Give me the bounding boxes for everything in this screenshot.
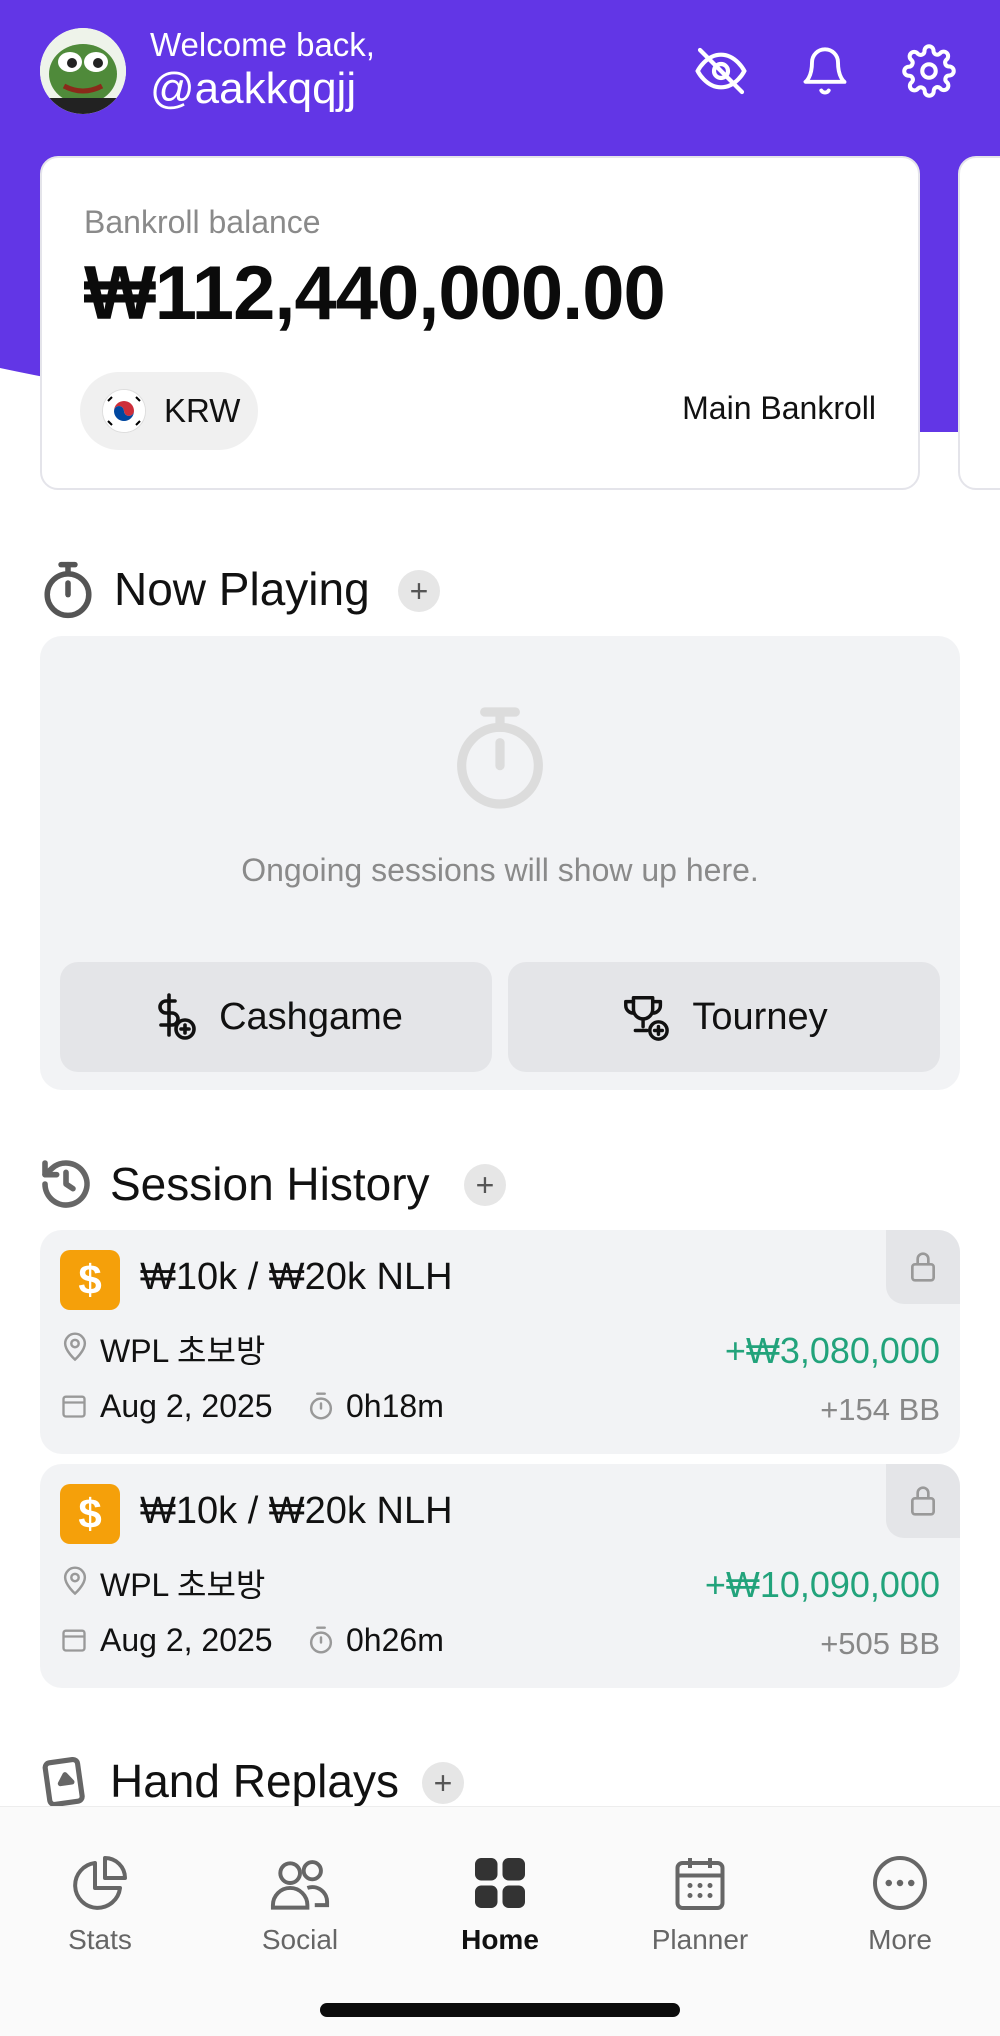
hand-replays-title: Hand Replays	[110, 1755, 399, 1807]
hide-balance-button[interactable]	[692, 42, 750, 100]
tab-label: Home	[461, 1924, 539, 1955]
location-pin-icon	[63, 1566, 87, 1596]
tab-label: More	[868, 1924, 932, 1955]
session-duration: 0h26m	[346, 1622, 444, 1658]
start-cashgame-button[interactable]: Cashgame	[60, 962, 492, 1072]
tab-stats[interactable]: Stats	[20, 1853, 180, 1956]
lock-icon	[911, 1486, 935, 1516]
eye-off-icon	[695, 47, 747, 95]
grid-icon	[475, 1858, 525, 1908]
bankroll-name: Main Bankroll	[682, 390, 876, 426]
session-card[interactable]: $ ₩10k / ₩20k NLH WPL 초보방 Aug 2, 2025 0h…	[40, 1464, 960, 1688]
gear-icon	[902, 44, 956, 98]
tab-label: Social	[261, 1924, 339, 1955]
cards-icon	[42, 1756, 85, 1808]
korea-flag-icon	[102, 389, 146, 433]
session-location: WPL 초보방	[100, 1567, 266, 1603]
timer-icon	[309, 1626, 333, 1654]
avatar[interactable]	[40, 28, 126, 114]
tab-more[interactable]: More	[820, 1853, 980, 1956]
frog-avatar-icon	[40, 28, 126, 114]
trophy-plus-icon	[624, 996, 670, 1041]
next-bankroll-card[interactable]	[958, 156, 1000, 490]
dollar-plus-icon	[158, 993, 196, 1040]
tab-home[interactable]: Home	[420, 1853, 580, 1956]
start-tourney-button[interactable]: Tourney	[508, 962, 940, 1072]
welcome-text: Welcome back,	[150, 26, 375, 63]
history-icon	[42, 1160, 90, 1208]
lock-button[interactable]	[886, 1464, 960, 1538]
session-date: Aug 2, 2025	[100, 1622, 273, 1658]
session-duration: 0h18m	[346, 1388, 444, 1424]
more-icon	[873, 1856, 927, 1910]
tab-label: Planner	[651, 1924, 749, 1955]
tab-planner[interactable]: Planner	[620, 1853, 780, 1956]
bankroll-balance: ₩112,440,000.00	[84, 251, 666, 336]
timer-icon	[309, 1392, 333, 1420]
tourney-label: Tourney	[692, 995, 828, 1038]
session-card[interactable]: $ ₩10k / ₩20k NLH WPL 초보방 Aug 2, 2025 0h…	[40, 1230, 960, 1454]
add-session-button[interactable]: +	[398, 570, 440, 612]
add-replay-button[interactable]: +	[422, 1762, 464, 1804]
session-location: WPL 초보방	[100, 1333, 266, 1369]
tab-social[interactable]: Social	[220, 1853, 380, 1956]
empty-sessions-message: Ongoing sessions will show up here.	[241, 852, 759, 888]
bankroll-card[interactable]: Bankroll balance ₩112,440,000.00 KRW Mai…	[40, 156, 920, 490]
tab-bar: Stats Social Home Planner More	[0, 1806, 1000, 2036]
calendar-icon	[675, 1858, 725, 1910]
cashgame-label: Cashgame	[219, 995, 403, 1038]
lock-button[interactable]	[886, 1230, 960, 1304]
now-playing-title: Now Playing	[114, 563, 370, 615]
calendar-icon	[62, 1395, 86, 1418]
users-icon	[270, 1860, 330, 1910]
settings-button[interactable]	[900, 42, 958, 100]
session-history-title: Session History	[110, 1158, 430, 1210]
tab-label: Stats	[68, 1924, 132, 1955]
home-indicator	[320, 2003, 680, 2017]
now-playing-panel: Ongoing sessions will show up here. Cash…	[40, 636, 960, 1090]
stopwatch-placeholder-icon	[457, 707, 543, 809]
stopwatch-icon	[44, 561, 92, 619]
session-profit: +₩10,090,000	[704, 1564, 940, 1605]
add-history-button[interactable]: +	[464, 1164, 506, 1206]
currency-selector[interactable]: KRW	[80, 372, 258, 450]
pie-chart-icon	[73, 1856, 127, 1910]
session-title: ₩10k / ₩20k NLH	[140, 1490, 453, 1532]
session-bb: +505 BB	[820, 1626, 940, 1661]
session-profit: +₩3,080,000	[724, 1330, 940, 1371]
bankroll-label: Bankroll balance	[84, 204, 321, 240]
session-bb: +154 BB	[820, 1392, 940, 1427]
session-title: ₩10k / ₩20k NLH	[140, 1256, 453, 1298]
lock-icon	[911, 1252, 935, 1282]
bell-icon	[803, 47, 847, 95]
cashgame-badge-icon: $	[60, 1484, 120, 1544]
cashgame-badge-icon: $	[60, 1250, 120, 1310]
currency-code: KRW	[164, 392, 241, 429]
location-pin-icon	[63, 1332, 87, 1362]
username: @aakkqqjj	[150, 64, 357, 113]
calendar-icon	[62, 1629, 86, 1652]
notifications-button[interactable]	[796, 42, 854, 100]
session-date: Aug 2, 2025	[100, 1388, 273, 1424]
